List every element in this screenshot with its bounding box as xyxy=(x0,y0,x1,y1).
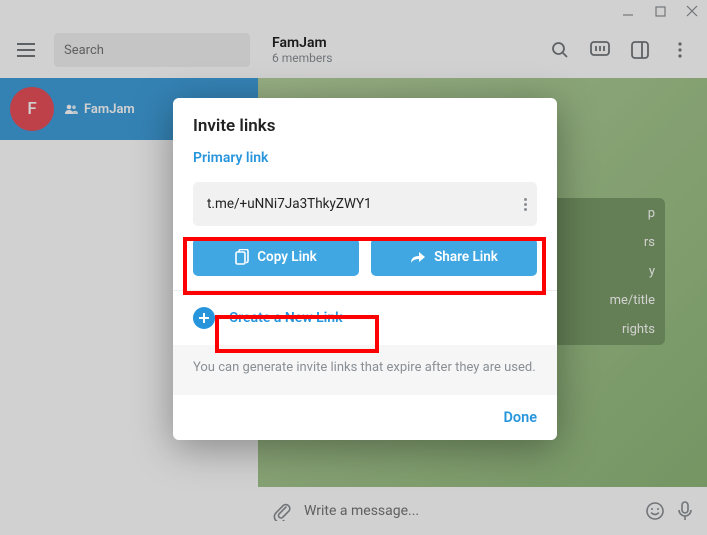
copy-link-label: Copy Link xyxy=(257,249,317,265)
chat-subtitle: 6 members xyxy=(272,51,547,65)
primary-link-box[interactable]: t.me/+uNNi7Ja3ThkyZWY1 xyxy=(193,182,537,226)
message-composer xyxy=(258,487,707,535)
plus-icon xyxy=(193,307,215,329)
primary-link-label: Primary link xyxy=(193,150,537,166)
search-input[interactable] xyxy=(64,43,240,58)
create-link-label: Create a New Link xyxy=(229,310,343,326)
attach-icon[interactable] xyxy=(272,501,292,521)
window-close-button[interactable] xyxy=(685,4,699,18)
create-link-hint: You can generate invite links that expir… xyxy=(173,345,557,395)
link-more-icon[interactable] xyxy=(524,198,527,211)
emoji-icon[interactable] xyxy=(645,501,665,521)
chat-header: FamJam 6 members xyxy=(258,22,707,78)
invite-links-modal: Invite links Primary link t.me/+uNNi7Ja3… xyxy=(173,98,557,440)
share-icon xyxy=(410,250,426,264)
side-panel-icon[interactable] xyxy=(627,37,653,63)
share-link-label: Share Link xyxy=(434,249,498,265)
modal-title: Invite links xyxy=(193,116,537,136)
comments-icon[interactable] xyxy=(587,37,613,63)
chat-avatar: F xyxy=(10,87,54,131)
share-link-button[interactable]: Share Link xyxy=(371,238,537,276)
modal-primary-section: Invite links Primary link t.me/+uNNi7Ja3… xyxy=(173,98,557,290)
copy-icon xyxy=(235,249,249,265)
sidebar-top-row xyxy=(0,22,258,78)
create-link-row[interactable]: Create a New Link xyxy=(173,290,557,345)
chat-name: FamJam xyxy=(64,102,135,117)
chat-title: FamJam xyxy=(272,35,547,51)
group-icon xyxy=(64,104,78,114)
voice-icon[interactable] xyxy=(677,501,693,521)
chat-header-info[interactable]: FamJam 6 members xyxy=(272,35,547,65)
link-action-row: Copy Link Share Link xyxy=(193,238,537,276)
menu-button[interactable] xyxy=(8,32,44,68)
more-icon[interactable] xyxy=(667,37,693,63)
modal-footer: Done xyxy=(173,395,557,440)
window-maximize-button[interactable] xyxy=(653,4,667,18)
primary-link-value: t.me/+uNNi7Ja3ThkyZWY1 xyxy=(207,196,372,212)
window-titlebar xyxy=(0,0,707,22)
search-box[interactable] xyxy=(54,33,250,67)
app-window: F FamJam FamJam 6 members xyxy=(0,0,707,535)
chat-name-label: FamJam xyxy=(84,102,135,117)
copy-link-button[interactable]: Copy Link xyxy=(193,238,359,276)
chat-header-actions xyxy=(547,37,693,63)
window-minimize-button[interactable] xyxy=(621,4,635,18)
search-icon[interactable] xyxy=(547,37,573,63)
message-input[interactable] xyxy=(304,503,633,519)
done-button[interactable]: Done xyxy=(503,409,537,426)
